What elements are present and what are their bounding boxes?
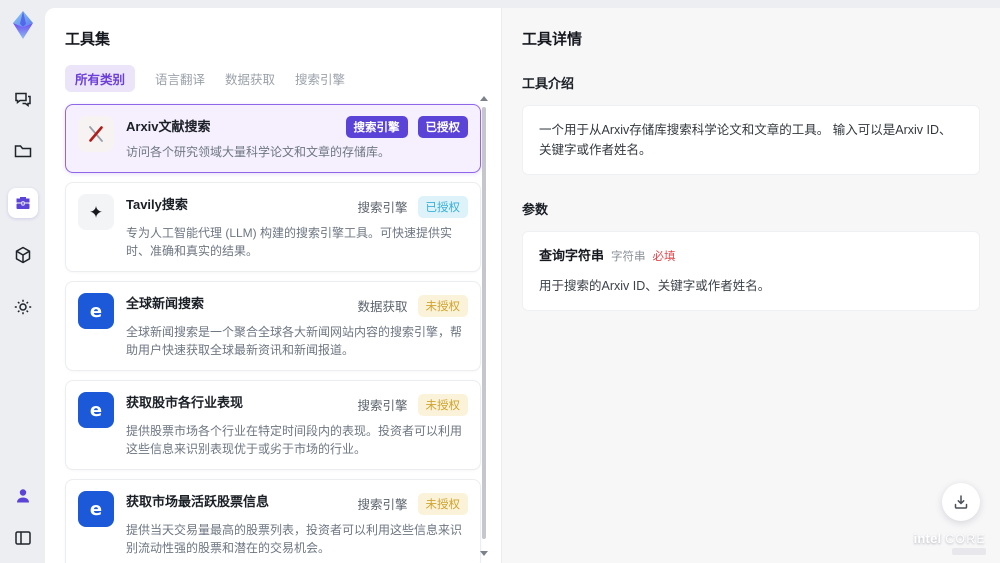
tool-meta: 搜索引擎 已授权 (357, 194, 468, 219)
intel-core-wordmark: intel CORE (914, 531, 986, 546)
intel-sub-mark (952, 548, 986, 555)
scrollbar-thumb[interactable] (482, 107, 486, 539)
param-name: 查询字符串 (539, 248, 605, 263)
tool-name: Tavily搜索 (126, 197, 188, 212)
intro-text: 一个用于从Arxiv存储库搜索科学论文和文章的工具。 输入可以是Arxiv ID… (539, 123, 952, 157)
tool-description: 提供股票市场各个行业在特定时间段内的表现。投资者可以利用这些信息来识别表现优于或… (126, 424, 463, 456)
tool-category-badge: 搜索引擎 (357, 498, 408, 512)
detail-title: 工具详情 (522, 31, 583, 48)
tool-card-body: 全球新闻搜索 数据获取 未授权 全球新闻搜索是一个聚合全球各大新闻网站内容的搜索… (126, 293, 468, 359)
tool-meta: 搜索引擎 未授权 (357, 491, 468, 516)
tab-1[interactable]: 语言翻译 (155, 65, 205, 92)
tool-card-body: 获取市场最活跃股票信息 搜索引擎 未授权 提供当天交易量最高的股票列表，投资者可… (126, 491, 468, 557)
tool-card-body: Tavily搜索 搜索引擎 已授权 专为人工智能代理 (LLM) 构建的搜索引擎… (126, 194, 468, 260)
news-search-icon: e (78, 491, 114, 527)
tool-name: 获取市场最活跃股票信息 (126, 494, 270, 509)
tool-category-badge: 数据获取 (357, 300, 408, 314)
scroll-up-icon[interactable] (480, 96, 488, 101)
tool-name: 全球新闻搜索 (126, 296, 205, 311)
arxiv-logo-icon (78, 116, 114, 152)
core-text: CORE (945, 532, 986, 546)
intel-text: intel (913, 531, 942, 546)
tool-status-badge: 已授权 (417, 195, 468, 218)
tool-category-badge: 搜索引擎 (357, 399, 408, 413)
params-heading: 参数 (522, 202, 549, 217)
tab-0[interactable]: 所有类别 (65, 65, 136, 92)
tab-2[interactable]: 数据获取 (225, 65, 275, 92)
param-header: 查询字符串 字符串 必填 (539, 246, 963, 267)
tool-card[interactable]: e 全球新闻搜索 数据获取 未授权 全球新闻搜索是一个聚合全球各大新闻网站内容的… (65, 281, 481, 371)
left-rail (0, 0, 45, 563)
tool-status-badge: 未授权 (417, 492, 468, 515)
param-required-badge: 必填 (652, 251, 676, 263)
tool-list-panel: 工具集 所有类别 语言翻译 数据获取 搜索引擎 Arxiv文献搜索 搜索引擎 已授权 … (45, 8, 502, 563)
param-desc: 用于搜索的Arxiv ID、关键字或作者姓名。 (539, 278, 771, 293)
folder-icon[interactable] (8, 136, 38, 166)
tool-category-badge: 搜索引擎 (357, 201, 408, 215)
tool-meta: 搜索引擎 已授权 (345, 116, 468, 138)
tavily-star-icon: ✦ (78, 194, 114, 230)
toolbox-icon[interactable] (7, 188, 38, 218)
download-button[interactable] (942, 483, 980, 521)
tool-description: 全球新闻搜索是一个聚合全球各大新闻网站内容的搜索引擎，帮助用户快速获取全球最新资… (126, 325, 463, 357)
tool-meta: 数据获取 未授权 (357, 293, 468, 318)
news-search-icon: e (78, 293, 114, 329)
intel-core-logo: intel CORE (914, 531, 986, 555)
scroll-down-icon[interactable] (480, 551, 488, 556)
user-icon[interactable] (8, 481, 38, 511)
param-box: 查询字符串 字符串 必填 用于搜索的Arxiv ID、关键字或作者姓名。 (522, 231, 980, 311)
tool-name: 获取股市各行业表现 (126, 395, 244, 410)
intro-box: 一个用于从Arxiv存储库搜索科学论文和文章的工具。 输入可以是Arxiv ID… (522, 105, 980, 175)
tool-card-body: 获取股市各行业表现 搜索引擎 未授权 提供股票市场各个行业在特定时间段内的表现。… (126, 392, 468, 458)
tool-status-badge: 未授权 (417, 294, 468, 317)
tool-category-badge: 搜索引擎 (345, 116, 408, 138)
tool-status-badge: 未授权 (417, 393, 468, 416)
intro-heading: 工具介绍 (522, 76, 575, 91)
rail-nav (7, 84, 38, 322)
app-logo-icon (6, 8, 40, 42)
tool-meta: 搜索引擎 未授权 (357, 392, 468, 417)
tool-card[interactable]: e 获取市场最活跃股票信息 搜索引擎 未授权 提供当天交易量最高的股票列表，投资… (65, 479, 481, 563)
tool-status-badge: 已授权 (417, 116, 468, 138)
tool-detail-panel: 工具详情 工具介绍 一个用于从Arxiv存储库搜索科学论文和文章的工具。 输入可… (502, 8, 1000, 563)
tool-description: 访问各个研究领域大量科学论文和文章的存储库。 (126, 145, 391, 159)
main-surface: 工具集 所有类别 语言翻译 数据获取 搜索引擎 Arxiv文献搜索 搜索引擎 已授权 … (45, 8, 1000, 563)
category-tabs: 所有类别 语言翻译 数据获取 搜索引擎 (65, 65, 501, 92)
settings-icon[interactable] (8, 292, 38, 322)
tool-card-body: Arxiv文献搜索 搜索引擎 已授权 访问各个研究领域大量科学论文和文章的存储库… (126, 116, 468, 161)
tab-3[interactable]: 搜索引擎 (295, 65, 345, 92)
package-icon[interactable] (8, 240, 38, 270)
page-title: 工具集 (65, 31, 111, 48)
news-search-icon: e (78, 392, 114, 428)
tool-description: 提供当天交易量最高的股票列表，投资者可以利用这些信息来识别流动性强的股票和潜在的… (126, 523, 463, 555)
tool-name: Arxiv文献搜索 (126, 119, 211, 134)
panel-toggle-icon[interactable] (8, 523, 38, 553)
tool-card[interactable]: e 获取股市各行业表现 搜索引擎 未授权 提供股票市场各个行业在特定时间段内的表… (65, 380, 481, 470)
list-scrollbar[interactable] (480, 96, 488, 556)
chat-icon[interactable] (8, 84, 38, 114)
tool-card[interactable]: Arxiv文献搜索 搜索引擎 已授权 访问各个研究领域大量科学论文和文章的存储库… (65, 104, 481, 173)
rail-bottom (8, 481, 38, 553)
tool-card[interactable]: ✦ Tavily搜索 搜索引擎 已授权 专为人工智能代理 (LLM) 构建的搜索… (65, 182, 481, 272)
param-type: 字符串 (611, 251, 646, 263)
tool-list: Arxiv文献搜索 搜索引擎 已授权 访问各个研究领域大量科学论文和文章的存储库… (65, 104, 481, 563)
tool-description: 专为人工智能代理 (LLM) 构建的搜索引擎工具。可快速提供实时、准确和真实的结… (126, 226, 453, 258)
